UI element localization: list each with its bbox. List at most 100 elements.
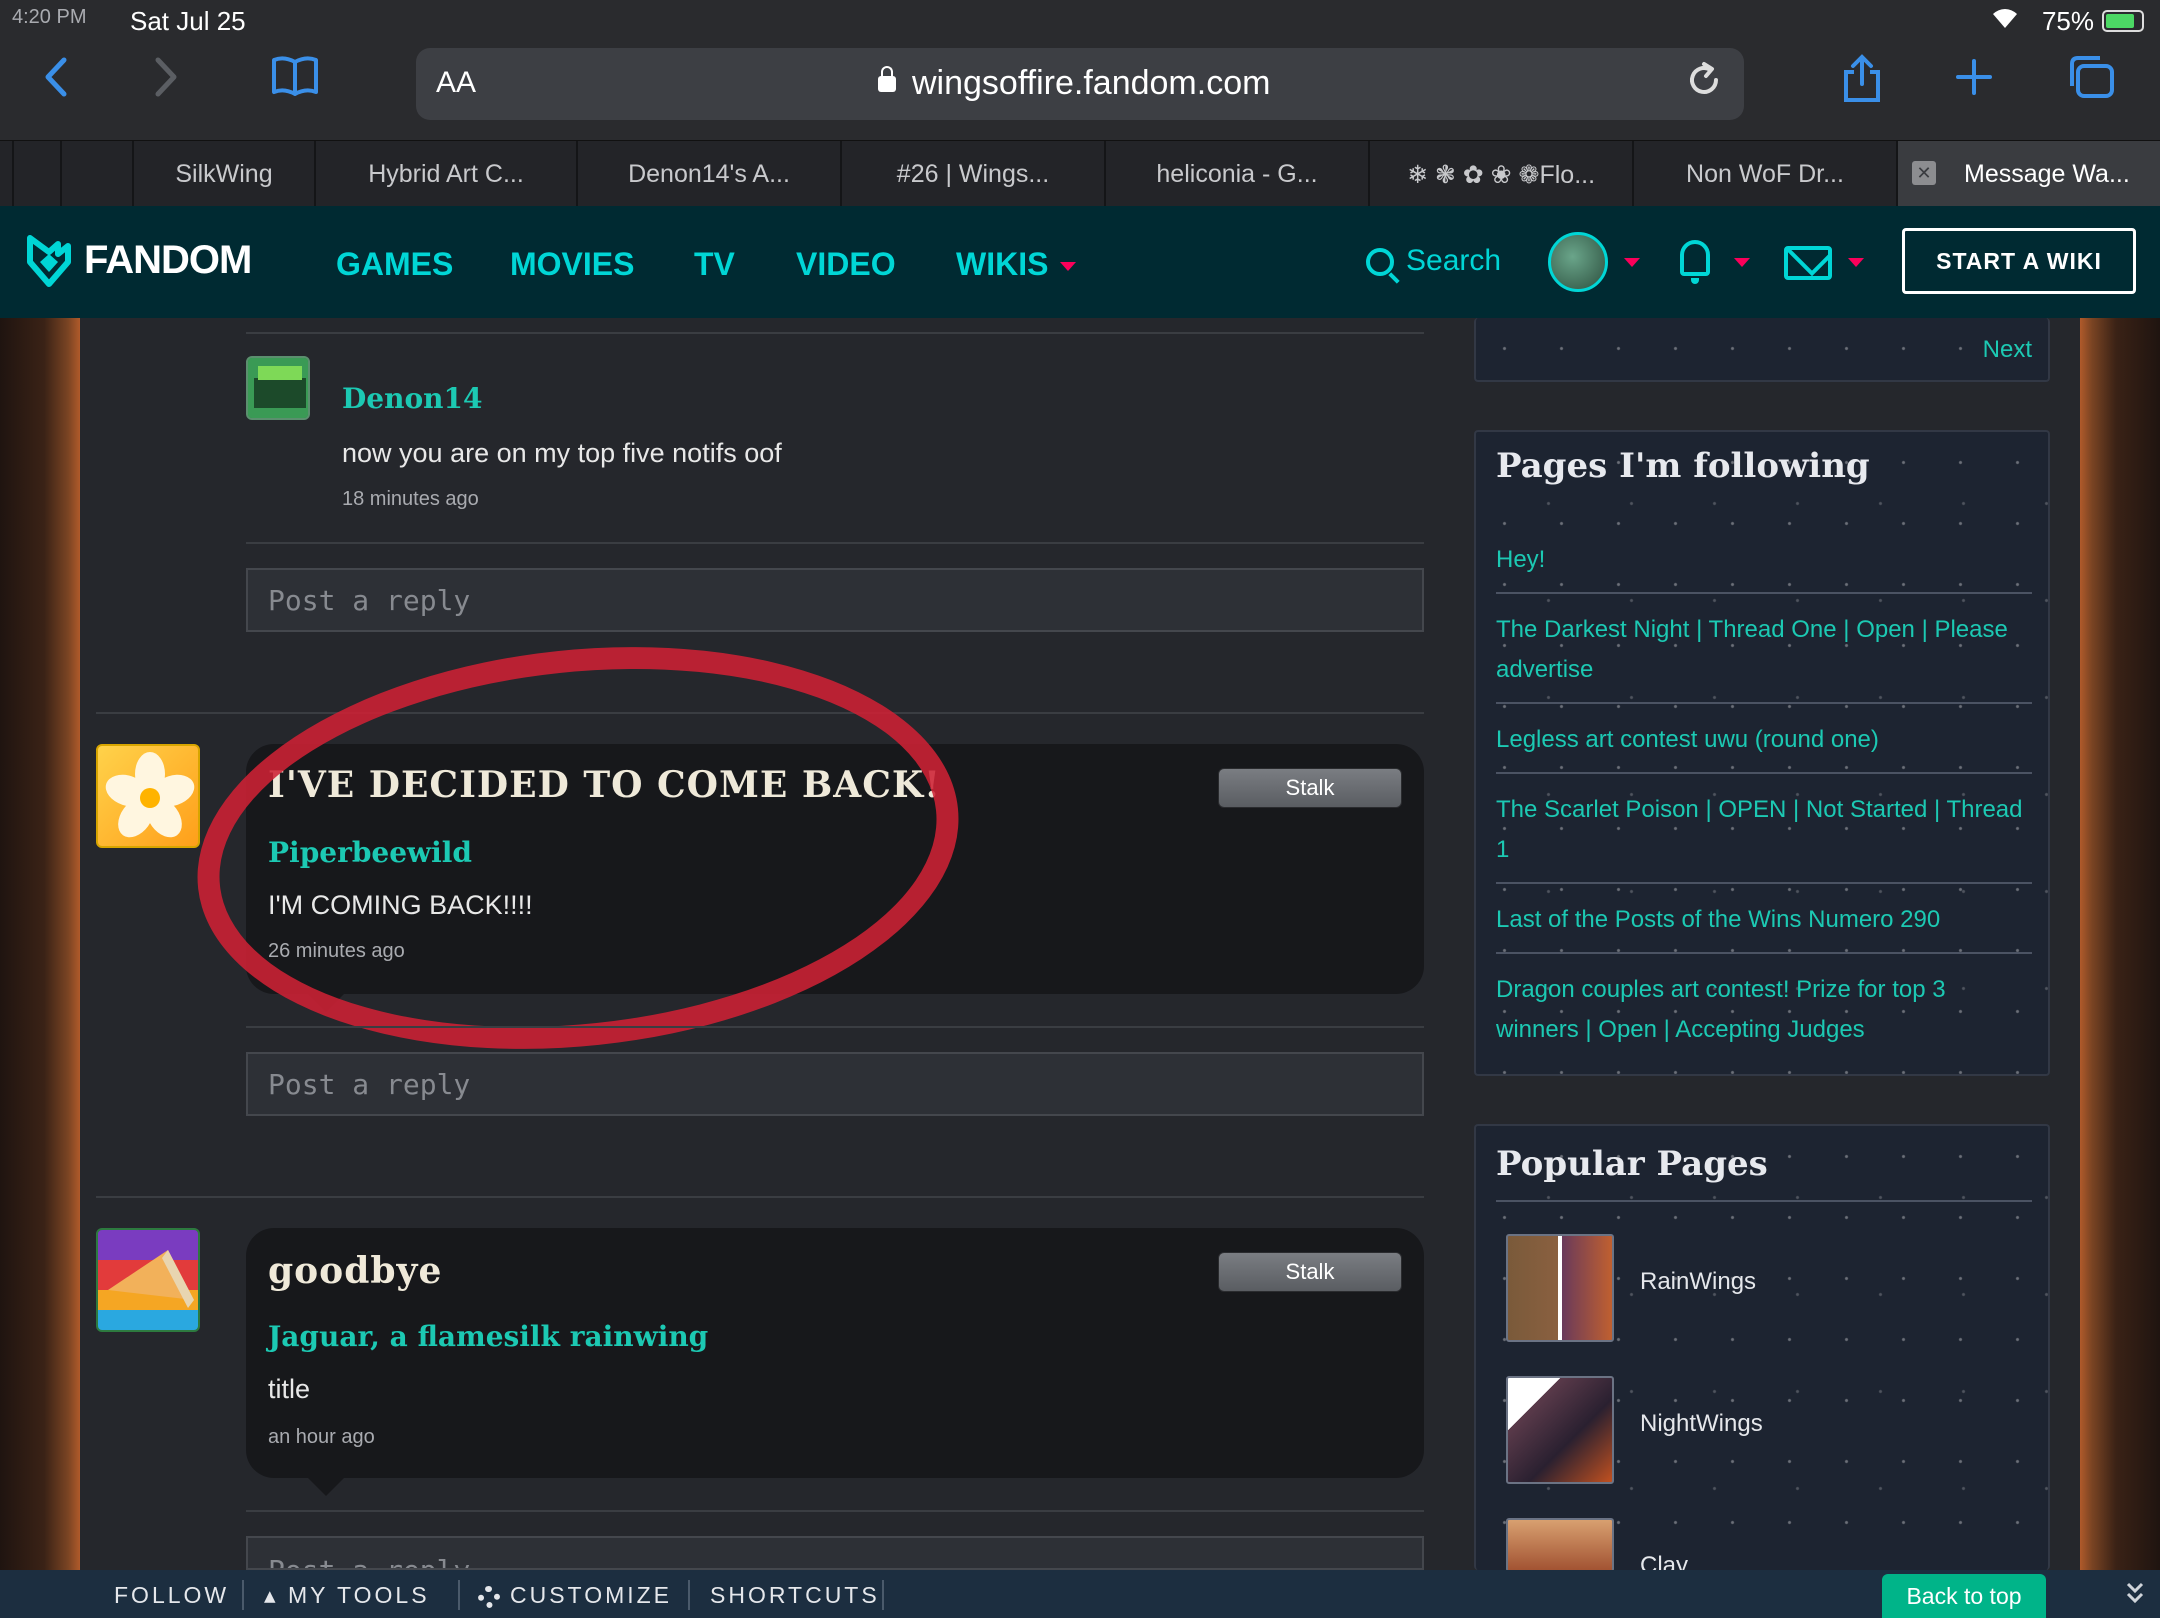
customize-button[interactable]: CUSTOMIZE	[478, 1582, 672, 1609]
following-link[interactable]: Last of the Posts of the Wins Numero 290	[1496, 900, 2032, 940]
divider	[458, 1580, 460, 1610]
avatar-jaguar[interactable]	[96, 1228, 200, 1332]
reply-input[interactable]: Post a reply	[246, 568, 1424, 632]
mail-icon[interactable]	[1784, 246, 1832, 280]
text-size-button[interactable]: AA	[436, 66, 476, 100]
status-bar: 4:20 PM Sat Jul 25 75%	[0, 0, 2160, 40]
browser-toolbar: AA wingsoffire.fandom.com	[0, 40, 2160, 140]
reply-text: now you are on my top five notifs oof	[342, 438, 782, 468]
divider	[882, 1580, 884, 1610]
thread-timestamp[interactable]: an hour ago	[268, 1426, 375, 1449]
tab-denon14[interactable]: Denon14's A...	[576, 141, 840, 207]
battery-icon	[2102, 10, 2144, 32]
stalk-button[interactable]: Stalk	[1218, 1252, 1402, 1292]
start-a-wiki-button[interactable]: START A WIKI	[1902, 228, 2136, 294]
nav-movies[interactable]: MOVIES	[510, 246, 634, 283]
status-time: 4:20 PM	[12, 6, 87, 28]
tab-non-wof[interactable]: Non WoF Dr...	[1632, 141, 1896, 207]
url-text: wingsoffire.fandom.com	[912, 64, 1271, 102]
nav-tv[interactable]: TV	[694, 246, 735, 283]
following-link[interactable]: Legless art contest uwu (round one)	[1496, 720, 2032, 760]
user-avatar[interactable]	[1548, 232, 1608, 292]
fandom-search[interactable]: Search	[1366, 244, 1501, 278]
tab-silkwing[interactable]: SilkWing	[132, 141, 314, 207]
follow-button[interactable]: FOLLOW	[114, 1582, 229, 1609]
nav-games[interactable]: GAMES	[336, 246, 453, 283]
bell-icon[interactable]	[1680, 240, 1710, 284]
reply-input[interactable]: Post a reply	[246, 1536, 1424, 1570]
tab-flowers[interactable]: ❄ ❃ ✿ ❀ ❁Flo...	[1368, 141, 1632, 207]
thread-title[interactable]: goodbye	[268, 1250, 442, 1292]
divider	[1496, 1200, 2032, 1202]
search-label: Search	[1406, 244, 1502, 277]
next-link[interactable]: Next	[1983, 336, 2032, 364]
reply-username[interactable]: Denon14	[342, 382, 482, 415]
background-right-edge	[2080, 318, 2160, 1570]
nightwings-thumbnail[interactable]	[1506, 1376, 1614, 1484]
reply-input[interactable]: Post a reply	[246, 1052, 1424, 1116]
tab-bar: SilkWing Hybrid Art C... Denon14's A... …	[0, 140, 2160, 207]
divider	[1496, 592, 2032, 594]
messages-chevron-icon[interactable]	[1848, 258, 1864, 267]
reload-icon[interactable]	[1684, 60, 1724, 110]
user-menu-chevron-icon[interactable]	[1624, 258, 1640, 267]
status-date: Sat Jul 25	[130, 6, 246, 36]
tab-pinned-1[interactable]	[12, 141, 60, 207]
battery-percent: 75%	[2041, 6, 2094, 36]
following-link[interactable]: The Scarlet Poison | OPEN | Not Started …	[1496, 790, 2032, 870]
back-icon[interactable]	[40, 54, 70, 111]
my-tools-button[interactable]: ▴ MY TOOLS	[264, 1582, 430, 1609]
address-bar[interactable]: AA wingsoffire.fandom.com	[416, 48, 1744, 120]
nav-wikis[interactable]: WIKIS	[956, 246, 1077, 283]
nav-wikis-label: WIKIS	[956, 246, 1049, 282]
new-tab-icon[interactable]	[1954, 54, 1994, 108]
global-toolbar: FOLLOW ▴ MY TOOLS CUSTOMIZE SHORTCUTS Ba…	[0, 1570, 2160, 1618]
fandom-logo[interactable]: FANDOM	[22, 234, 252, 295]
customize-label: CUSTOMIZE	[510, 1582, 673, 1608]
thread-username[interactable]: Jaguar, a flamesilk rainwing	[268, 1320, 708, 1353]
tabs-overview-icon[interactable]	[2066, 54, 2116, 111]
rainwings-thumbnail[interactable]	[1506, 1234, 1614, 1342]
search-icon	[1366, 248, 1394, 277]
forward-icon[interactable]	[152, 54, 182, 111]
notifications-chevron-icon[interactable]	[1734, 258, 1750, 267]
shortcuts-button[interactable]: SHORTCUTS	[710, 1582, 880, 1609]
close-tab-icon[interactable]: ✕	[1912, 161, 1936, 185]
share-icon[interactable]	[1840, 54, 1884, 115]
popular-page-link[interactable]: NightWings	[1640, 1410, 1763, 1438]
divider	[96, 1196, 1424, 1198]
divider	[1496, 952, 2032, 954]
chevron-down-icon	[1060, 262, 1077, 272]
clay-thumbnail[interactable]	[1506, 1518, 1614, 1572]
divider	[246, 1026, 1424, 1028]
fandom-heart-icon	[27, 235, 71, 287]
tab-pinned-2[interactable]	[60, 141, 132, 207]
pages-following-title: Pages I'm following	[1496, 446, 1870, 486]
popular-page-link[interactable]: RainWings	[1640, 1268, 1756, 1296]
pages-following-module: Pages I'm following Hey! The Darkest Nig…	[1474, 430, 2050, 1076]
thread-text: title	[268, 1374, 311, 1404]
avatar-denon14[interactable]	[246, 356, 310, 420]
reply-timestamp[interactable]: 18 minutes ago	[342, 488, 479, 511]
tab-26-wings[interactable]: #26 | Wings...	[840, 141, 1104, 207]
divider	[242, 1580, 244, 1610]
tab-message-wall[interactable]: ✕ Message Wa...	[1896, 141, 2160, 207]
tab-hybrid-art[interactable]: Hybrid Art C...	[314, 141, 576, 207]
pie-avatar-image	[108, 1250, 194, 1308]
divider	[246, 542, 1424, 544]
avatar-piperbeewild[interactable]	[96, 744, 200, 848]
lock-icon	[878, 66, 896, 92]
gear-icon	[478, 1585, 500, 1608]
nav-video[interactable]: VIDEO	[796, 246, 896, 283]
popular-pages-module: Popular Pages RainWings NightWings Clay	[1474, 1124, 2050, 1579]
stalk-button[interactable]: Stalk	[1218, 768, 1402, 808]
back-to-top-button[interactable]: Back to top	[1882, 1574, 2046, 1618]
following-link[interactable]: Hey!	[1496, 540, 2032, 580]
background-left-edge	[0, 318, 80, 1570]
following-link[interactable]: Dragon couples art contest! Prize for to…	[1496, 970, 2032, 1050]
tab-heliconia[interactable]: heliconia - G...	[1104, 141, 1368, 207]
collapse-toolbar-icon[interactable]	[2124, 1578, 2146, 1612]
following-link[interactable]: The Darkest Night | Thread One | Open | …	[1496, 610, 2032, 690]
bookmarks-icon[interactable]	[270, 54, 320, 109]
divider	[688, 1580, 690, 1610]
